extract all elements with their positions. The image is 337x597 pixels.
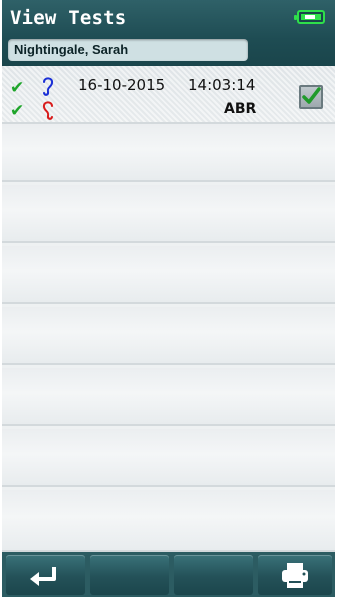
printer-icon	[282, 563, 308, 588]
empty-row	[2, 490, 335, 552]
test-select-checkbox[interactable]	[299, 85, 323, 109]
left-ear-icon	[42, 101, 53, 120]
empty-row	[2, 429, 335, 487]
test-type: ABR	[224, 101, 257, 117]
battery-charging-icon	[294, 10, 325, 24]
header-bar: View Tests Nightingale, Sarah	[2, 0, 335, 66]
empty-row	[2, 307, 335, 365]
test-time: 14:03:14	[188, 76, 256, 94]
back-button[interactable]	[6, 555, 85, 595]
footer-toolbar	[2, 552, 335, 597]
device-screen: View Tests Nightingale, Sarah ✔ 16-10-20…	[2, 0, 335, 597]
test-list: ✔ 16-10-2015 14:03:14 ✔ ABR	[2, 66, 335, 552]
checkmark-icon	[302, 87, 321, 104]
patient-name-field[interactable]: Nightingale, Sarah	[8, 39, 248, 61]
right-ear-pass-check-icon: ✔	[10, 78, 25, 98]
page-title: View Tests	[10, 7, 127, 29]
empty-row	[2, 368, 335, 426]
test-date: 16-10-2015	[78, 76, 166, 94]
left-ear-pass-check-icon: ✔	[10, 101, 25, 121]
empty-row	[2, 124, 335, 182]
test-row[interactable]: ✔ 16-10-2015 14:03:14 ✔ ABR	[2, 66, 335, 124]
right-ear-icon	[43, 77, 54, 96]
empty-row	[2, 246, 335, 304]
blank-button-1[interactable]	[90, 555, 169, 595]
back-arrow-icon	[30, 567, 56, 586]
blank-button-2[interactable]	[174, 555, 253, 595]
print-button[interactable]	[258, 555, 332, 595]
empty-row	[2, 185, 335, 243]
